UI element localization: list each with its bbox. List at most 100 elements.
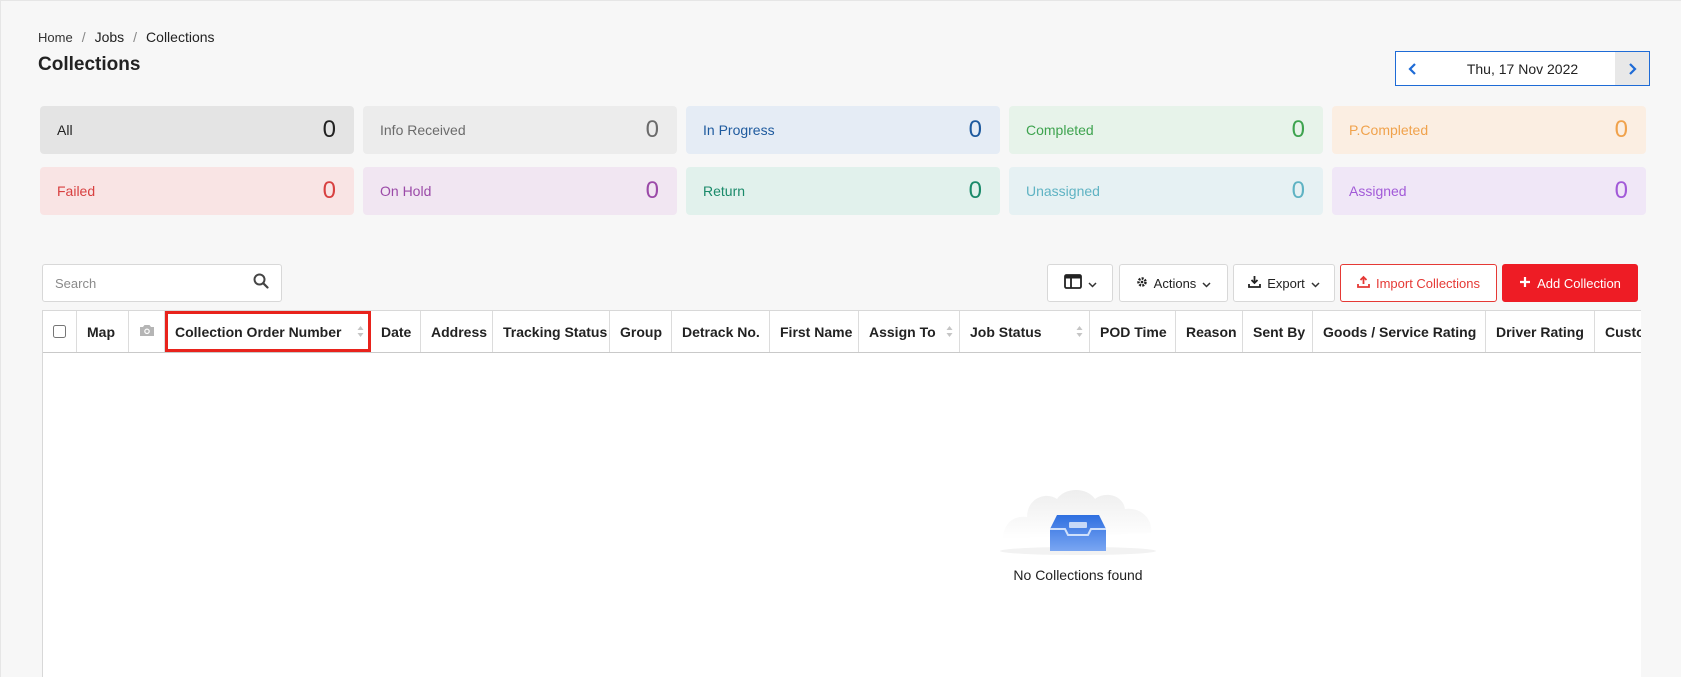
column-header-first-name[interactable]: First Name — [770, 311, 859, 352]
status-card-label: All — [57, 122, 73, 138]
empty-inbox-icon — [953, 465, 1203, 561]
status-card-p-completed[interactable]: P.Completed 0 — [1332, 106, 1646, 154]
status-card-count: 0 — [1291, 116, 1305, 143]
column-header-group[interactable]: Group — [610, 311, 672, 352]
column-label: Date — [381, 323, 412, 340]
status-card-count: 0 — [1614, 177, 1628, 204]
column-header-driver-rating[interactable]: Driver Rating — [1486, 311, 1595, 352]
column-label: Group — [620, 323, 662, 340]
column-header-sent-by[interactable]: Sent By — [1243, 311, 1313, 352]
column-header-job-status[interactable]: Job Status — [960, 311, 1090, 352]
sort-icon[interactable] — [357, 325, 364, 341]
status-card-count: 0 — [645, 116, 659, 143]
status-card-count: 0 — [1614, 116, 1628, 143]
search-input[interactable] — [55, 275, 253, 291]
status-card-on-hold[interactable]: On Hold 0 — [363, 167, 677, 215]
actions-label: Actions — [1153, 275, 1197, 291]
status-card-label: On Hold — [380, 183, 432, 199]
date-navigator: Thu, 17 Nov 2022 — [1395, 51, 1650, 86]
status-card-label: Assigned — [1349, 183, 1407, 199]
status-card-count: 0 — [1291, 177, 1305, 204]
status-card-label: Unassigned — [1026, 183, 1100, 199]
export-button[interactable]: Export — [1233, 264, 1335, 302]
collections-table: Map Collection Order Number Date Address… — [42, 310, 1641, 677]
status-card-count: 0 — [968, 177, 982, 204]
status-card-info-received[interactable]: Info Received 0 — [363, 106, 677, 154]
column-label: Tracking Status — [503, 323, 608, 340]
column-header-goods-service-rating[interactable]: Goods / Service Rating — [1313, 311, 1486, 352]
column-label: Driver Rating — [1496, 323, 1584, 340]
column-label: POD Time — [1100, 323, 1167, 340]
breadcrumb-home[interactable]: Home — [38, 30, 73, 45]
download-icon — [1248, 275, 1262, 291]
column-header-map[interactable]: Map — [77, 311, 129, 352]
column-header-date[interactable]: Date — [371, 311, 421, 352]
status-card-count: 0 — [322, 177, 336, 204]
column-label: First Name — [780, 323, 853, 340]
select-all-checkbox[interactable] — [53, 325, 66, 338]
status-card-label: Return — [703, 183, 746, 199]
add-collection-button[interactable]: Add Collection — [1502, 264, 1638, 302]
column-label: Address — [431, 323, 488, 340]
gear-icon — [1136, 276, 1148, 291]
column-header-detrack-no[interactable]: Detrack No. — [672, 311, 770, 352]
chevron-left-icon[interactable] — [1396, 52, 1430, 85]
column-header-collection-order-number[interactable]: Collection Order Number — [165, 311, 371, 352]
column-label: Job Status — [970, 323, 1042, 340]
column-label: Sent By — [1253, 323, 1306, 340]
breadcrumb-separator: / — [133, 29, 138, 45]
breadcrumb-separator: / — [81, 29, 86, 45]
column-header-tracking-status[interactable]: Tracking Status — [493, 311, 610, 352]
column-header-photo — [129, 311, 165, 352]
column-header-pod-time[interactable]: POD Time — [1090, 311, 1176, 352]
status-card-label: Failed — [57, 183, 96, 199]
column-header-reason[interactable]: Reason — [1176, 311, 1243, 352]
status-card-return[interactable]: Return 0 — [686, 167, 1000, 215]
chevron-down-icon — [1311, 276, 1320, 291]
status-card-assigned[interactable]: Assigned 0 — [1332, 167, 1646, 215]
empty-state: No Collections found — [953, 465, 1203, 583]
sort-icon[interactable] — [1076, 325, 1083, 341]
status-card-label: P.Completed — [1349, 122, 1429, 138]
status-card-label: Completed — [1026, 122, 1094, 138]
column-header-address[interactable]: Address — [421, 311, 493, 352]
export-label: Export — [1267, 275, 1305, 291]
breadcrumb: Home / Jobs / Collections — [38, 29, 215, 45]
column-label: Assign To — [869, 323, 936, 340]
sort-icon[interactable] — [946, 325, 953, 341]
column-label: Map — [87, 323, 115, 340]
empty-message: No Collections found — [1013, 567, 1143, 583]
column-header-customer[interactable]: Custom — [1595, 311, 1641, 352]
column-toggle-button[interactable] — [1047, 264, 1113, 302]
status-card-count: 0 — [645, 177, 659, 204]
camera-icon — [139, 324, 155, 340]
status-card-label: In Progress — [703, 122, 775, 138]
status-card-label: Info Received — [380, 122, 466, 138]
status-card-all[interactable]: All 0 — [40, 106, 354, 154]
chevron-down-icon — [1087, 276, 1097, 291]
column-header-assign-to[interactable]: Assign To — [859, 311, 960, 352]
actions-button[interactable]: Actions — [1119, 264, 1228, 302]
column-label: Collection Order Number — [175, 323, 342, 340]
column-label: Detrack No. — [682, 323, 760, 340]
column-label: Reason — [1186, 323, 1237, 340]
import-label: Import Collections — [1375, 275, 1481, 291]
search-box — [42, 264, 282, 302]
breadcrumb-jobs[interactable]: Jobs — [95, 29, 125, 45]
status-card-failed[interactable]: Failed 0 — [40, 167, 354, 215]
date-display[interactable]: Thu, 17 Nov 2022 — [1430, 61, 1615, 77]
status-card-unassigned[interactable]: Unassigned 0 — [1009, 167, 1323, 215]
columns-icon — [1063, 274, 1082, 292]
status-card-in-progress[interactable]: In Progress 0 — [686, 106, 1000, 154]
status-card-completed[interactable]: Completed 0 — [1009, 106, 1323, 154]
breadcrumb-current: Collections — [146, 29, 215, 45]
import-collections-button[interactable]: Import Collections — [1340, 264, 1497, 302]
upload-icon — [1357, 275, 1370, 291]
status-card-count: 0 — [322, 116, 336, 143]
plus-icon — [1519, 276, 1531, 291]
chevron-right-icon[interactable] — [1615, 52, 1649, 85]
table-header: Map Collection Order Number Date Address… — [43, 310, 1641, 353]
search-icon[interactable] — [253, 273, 269, 294]
status-cards: All 0 Info Received 0 In Progress 0 Complet… — [40, 106, 1646, 215]
status-card-count: 0 — [968, 116, 982, 143]
